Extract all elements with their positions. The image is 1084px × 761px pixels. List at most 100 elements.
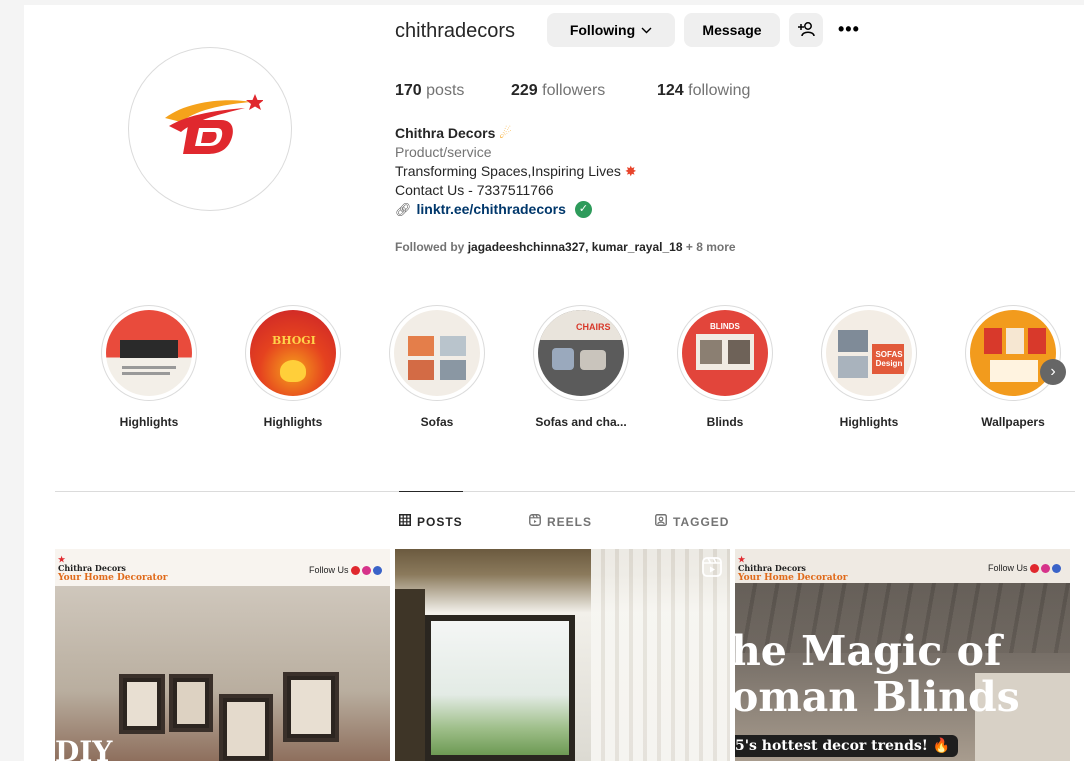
post-tile-reel[interactable] — [395, 549, 730, 761]
link-icon: 🔗︎ — [395, 202, 412, 217]
tabs-divider — [55, 491, 1075, 492]
highlight-overlay-text: CHAIRS — [576, 322, 611, 332]
highlight-overlay-text: BHOGI — [272, 334, 316, 347]
message-button[interactable]: Message — [684, 13, 780, 47]
tab-reels[interactable]: REELS — [529, 514, 592, 529]
bio-tagline-row: Transforming Spaces,Inspiring Lives ✸ — [395, 162, 637, 181]
post-image — [395, 549, 730, 761]
followed-by-prefix: Followed by — [395, 240, 465, 254]
highlight-ring: BHOGI — [245, 305, 341, 401]
highlight-ring — [101, 305, 197, 401]
profile-avatar[interactable] — [128, 47, 292, 211]
highlight-label: Highlights — [119, 415, 179, 429]
post-brand-tagline: Your Home Decorator — [738, 573, 848, 583]
tab-tagged[interactable]: TAGGED — [655, 514, 729, 529]
chevron-right-icon[interactable]: › — [1040, 359, 1066, 385]
followers-count[interactable]: 229 followers — [511, 82, 605, 100]
post-follow-us: Follow Us — [309, 565, 382, 575]
bio-contact: Contact Us - 7337511766 — [395, 182, 554, 198]
following-button[interactable]: Following — [547, 13, 675, 47]
highlight-label: Sofas — [420, 415, 454, 429]
highlight-ring: CHAIRS — [533, 305, 629, 401]
add-user-icon — [797, 21, 815, 40]
tab-reels-label: REELS — [547, 514, 593, 529]
instagram-icon — [1040, 563, 1050, 573]
highlight-cover: BLINDS — [682, 310, 768, 396]
highlight-ring: BLINDS — [677, 305, 773, 401]
tab-posts[interactable]: POSTS — [399, 514, 463, 529]
reels-icon — [702, 557, 722, 582]
posts-count-value: 170 — [395, 82, 422, 99]
tagged-icon — [655, 514, 667, 529]
burst-icon: ✸ — [624, 163, 637, 179]
highlight-cover: SOFAS Design — [826, 310, 912, 396]
sparkle-icon: ☄ — [499, 125, 512, 141]
post-headline-line2: oman Blinds — [735, 673, 1020, 721]
highlight-item[interactable]: BLINDS Blinds — [670, 305, 780, 429]
active-tab-indicator — [399, 491, 463, 492]
highlight-item[interactable]: Sofas — [382, 305, 492, 429]
highlight-ring — [965, 305, 1061, 401]
followed-by-account1: jagadeeshchinna327 — [467, 240, 586, 254]
posts-count-label: posts — [426, 82, 465, 99]
grid-icon — [399, 514, 411, 529]
followed-by-account2: kumar_rayal_18 — [591, 240, 683, 254]
message-button-label: Message — [702, 22, 762, 38]
highlight-item[interactable]: BHOGI Highlights — [238, 305, 348, 429]
followed-by-more: + 8 more — [685, 240, 736, 254]
post-headline: DIY — [55, 735, 113, 761]
bio-category: Product/service — [395, 144, 492, 160]
facebook-icon — [372, 565, 382, 575]
highlight-cover — [106, 310, 192, 396]
posts-count: 170 posts — [395, 82, 464, 100]
facebook-icon — [1051, 563, 1061, 573]
followed-by[interactable]: Followed by jagadeeshchinna327, kumar_ra… — [395, 240, 736, 254]
post-tile[interactable]: ★ Chithra Decors Your Home Decorator Fol… — [55, 549, 390, 761]
bio-link[interactable]: 🔗︎ linktr.ee/chithradecors ✓ — [395, 200, 637, 219]
bio-name-text: Chithra Decors — [395, 125, 496, 141]
post-tile[interactable]: ★ Chithra Decors Your Home Decorator Fol… — [735, 549, 1070, 761]
post-subline: 5's hottest decor trends! 🔥 — [735, 735, 959, 757]
tab-posts-label: POSTS — [417, 514, 463, 529]
followers-count-value: 229 — [511, 82, 538, 99]
highlight-label: Sofas and cha... — [535, 415, 627, 429]
bio-tagline: Transforming Spaces,Inspiring Lives — [395, 163, 621, 179]
following-count-value: 124 — [657, 82, 684, 99]
post-brand-name: Chithra Decors — [58, 563, 126, 573]
highlight-item[interactable]: Highlights — [94, 305, 204, 429]
highlight-overlay-text: SOFAS Design — [875, 350, 903, 368]
bio-name: Chithra Decors ☄ — [395, 124, 637, 143]
highlight-label: Highlights — [839, 415, 899, 429]
highlight-label: Highlights — [263, 415, 323, 429]
tab-tagged-label: TAGGED — [673, 514, 730, 529]
suggested-users-button[interactable] — [789, 13, 823, 47]
profile-username: chithradecors — [395, 20, 516, 42]
highlight-cover — [394, 310, 480, 396]
highlight-label: Blinds — [706, 415, 744, 429]
post-headline-line1: he Magic of — [735, 627, 1002, 675]
highlight-item[interactable]: SOFAS Design Highlights — [814, 305, 924, 429]
followed-by-separator: , — [585, 240, 589, 254]
highlight-cover: BHOGI — [250, 310, 336, 396]
instagram-icon — [361, 565, 371, 575]
following-count[interactable]: 124 following — [657, 82, 750, 100]
post-follow-us-label: Follow Us — [988, 563, 1028, 573]
post-brand: ★ Chithra Decors Your Home Decorator — [738, 554, 848, 583]
post-brand-tagline: Your Home Decorator — [58, 573, 168, 583]
reels-icon — [529, 514, 541, 529]
highlight-item[interactable]: CHAIRS Sofas and cha... — [526, 305, 636, 429]
more-dots-icon[interactable]: ••• — [838, 19, 860, 40]
following-count-label: following — [688, 82, 751, 99]
post-brand: ★ Chithra Decors Your Home Decorator — [58, 554, 168, 583]
post-brand-name: Chithra Decors — [738, 563, 806, 573]
chithra-decors-logo — [165, 94, 263, 154]
post-follow-us-label: Follow Us — [309, 565, 349, 575]
profile-bio: Chithra Decors ☄ Product/service Transfo… — [395, 124, 637, 219]
followers-count-label: followers — [542, 82, 606, 99]
highlight-overlay-text: BLINDS — [710, 322, 740, 331]
bio-link-text: linktr.ee/chithradecors — [416, 201, 566, 217]
highlight-cover: CHAIRS — [538, 310, 624, 396]
youtube-icon — [1029, 563, 1039, 573]
highlight-label: Wallpapers — [981, 415, 1045, 429]
highlight-cover — [970, 310, 1056, 396]
